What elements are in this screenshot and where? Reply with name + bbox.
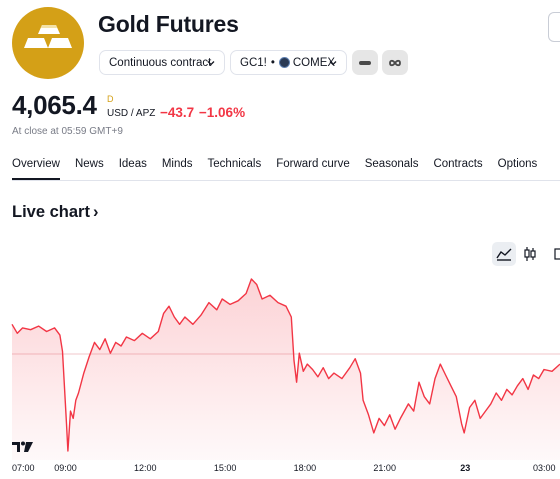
x-tick-label: 09:00 xyxy=(54,463,77,473)
price-chart[interactable] xyxy=(0,270,560,460)
area-chart-button[interactable] xyxy=(492,242,516,266)
x-tick-label: 03:00 xyxy=(533,463,556,473)
currency-label: USD / APZ xyxy=(107,108,156,119)
more-chart-button[interactable] xyxy=(546,242,560,266)
price-change: −43.7 −1.06% xyxy=(160,105,246,120)
x-tick-label: 15:00 xyxy=(213,463,237,473)
last-price: 4,065.4 xyxy=(12,90,97,120)
header-edge-control[interactable] xyxy=(548,12,560,42)
x-tick-label: 12:00 xyxy=(134,463,157,473)
compare-button[interactable] xyxy=(352,50,378,75)
tab-forward-curve[interactable]: Forward curve xyxy=(276,158,350,177)
tab-news[interactable]: News xyxy=(75,158,104,177)
tabs-divider xyxy=(12,180,560,181)
infinity-link-icon xyxy=(389,59,401,66)
tab-seasonals[interactable]: Seasonals xyxy=(365,158,419,177)
x-tick-label: 18:00 xyxy=(293,463,317,473)
close-time: At close at 05:59 GMT+9 xyxy=(12,126,123,137)
contract-dropdown[interactable]: Continuous contract xyxy=(99,50,225,75)
exchange-dropdown[interactable]: GC1! • COMEX xyxy=(230,50,347,75)
x-axis: 07:00 09:00 12:00 15:00 18:00 21:00 23 03:00 xyxy=(0,463,560,477)
contract-label: Continuous contract xyxy=(109,56,212,69)
comex-icon xyxy=(278,57,290,68)
bar-chart-icon xyxy=(554,248,560,260)
tab-ideas[interactable]: Ideas xyxy=(119,158,147,177)
tab-contracts[interactable]: Contracts xyxy=(433,158,482,177)
page-title: Gold Futures xyxy=(98,11,239,37)
symbol-label: GC1! xyxy=(240,56,267,69)
tab-bar: Overview News Ideas Minds Technicals For… xyxy=(12,158,552,180)
minus-icon xyxy=(359,60,371,65)
price-delay-marker: D xyxy=(107,94,114,104)
gold-bars-icon xyxy=(12,7,84,79)
x-tick-label: 21:00 xyxy=(373,463,396,473)
live-chart-label: Live chart xyxy=(12,203,90,221)
tab-options[interactable]: Options xyxy=(498,158,538,177)
x-tick-label: 07:00 xyxy=(12,463,35,473)
chevron-down-icon xyxy=(329,61,337,66)
live-chart-link[interactable]: Live chart › xyxy=(12,203,98,222)
candlestick-icon xyxy=(524,247,536,261)
tradingview-logo-icon xyxy=(12,441,33,452)
symbol-separator: • xyxy=(270,56,275,69)
area-chart-icon xyxy=(496,248,512,261)
link-button[interactable] xyxy=(382,50,408,75)
tab-technicals[interactable]: Technicals xyxy=(208,158,262,177)
chevron-right-icon: › xyxy=(92,203,99,221)
candles-button[interactable] xyxy=(518,242,542,266)
tab-minds[interactable]: Minds xyxy=(162,158,193,177)
chevron-down-icon xyxy=(207,61,215,66)
x-tick-label: 23 xyxy=(460,463,471,473)
tab-overview[interactable]: Overview xyxy=(12,158,60,180)
